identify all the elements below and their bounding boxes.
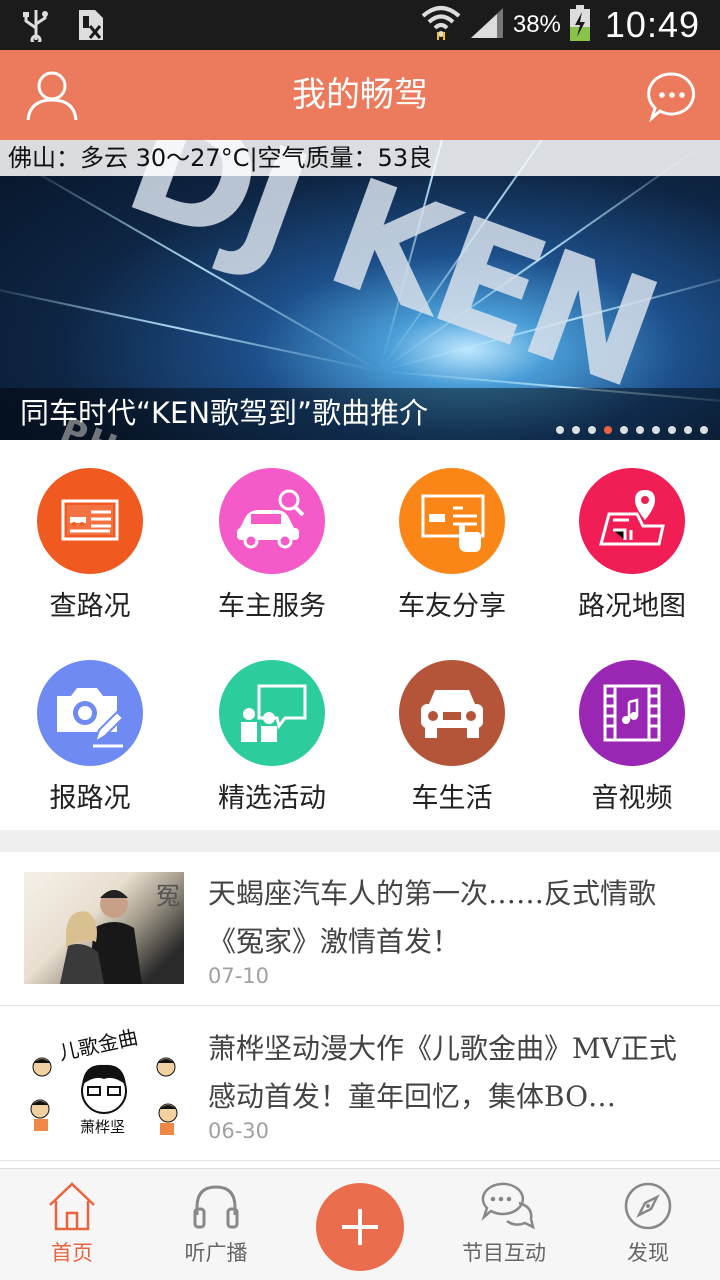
- touch-screen-icon: [399, 468, 505, 574]
- news-thumbnail: 冤: [24, 872, 184, 984]
- page-title: 我的畅驾: [292, 75, 428, 115]
- grid-item-audio-video[interactable]: 音视频: [542, 632, 720, 822]
- camera-edit-icon: [37, 660, 143, 766]
- carousel-dot[interactable]: [668, 426, 676, 434]
- grid-item-road-map[interactable]: 路况地图: [542, 440, 720, 630]
- news-item[interactable]: 儿歌金曲 萧桦坚 萧桦坚动漫大作《儿歌金曲》MV正式感动首发！童年回忆，集体BO…: [0, 1007, 720, 1161]
- grid-item-road-check[interactable]: 查路况: [0, 440, 180, 630]
- feature-grid: 查路况 车主服务 车友分享 路况地图 报路况 精选活动 车生活 音视频: [0, 440, 720, 830]
- grid-item-owner-service[interactable]: 车主服务: [182, 440, 362, 630]
- carousel-dot[interactable]: [636, 426, 644, 434]
- news-title: 天蝎座汽车人的第一次……反式情歌《冤家》激情首发！: [208, 877, 657, 958]
- tab-label: 发现: [627, 1241, 669, 1265]
- battery-percent: 38%: [512, 11, 561, 38]
- tab-discover[interactable]: 发现: [578, 1169, 718, 1280]
- tab-label: 听广播: [184, 1241, 248, 1265]
- carousel-dot[interactable]: [620, 426, 628, 434]
- grid-item-report[interactable]: 报路况: [0, 632, 180, 822]
- app-header: 我的畅驾: [0, 50, 720, 140]
- compass-icon: [624, 1182, 672, 1230]
- thumbnail-caption: 萧桦坚: [80, 1118, 126, 1136]
- news-date: 06-30: [208, 1119, 270, 1143]
- car-front-icon: [399, 660, 505, 766]
- clock: 10:49: [604, 4, 700, 45]
- tab-label: 首页: [51, 1241, 93, 1265]
- headphones-icon: [193, 1185, 239, 1229]
- grid-item-label: 车生活: [411, 783, 493, 814]
- news-item[interactable]: 冤 天蝎座汽车人的第一次……反式情歌《冤家》激情首发！ 07-10: [0, 852, 720, 1006]
- news-title: 萧桦坚动漫大作《儿歌金曲》MV正式感动首发！童年回忆，集体BO…: [208, 1032, 677, 1113]
- home-icon: [49, 1182, 95, 1231]
- status-bar: 38% 10:49: [0, 0, 720, 50]
- weather-bar: 佛山：多云 30～27°C|空气质量：53良: [0, 140, 720, 176]
- grid-item-label: 音视频: [591, 783, 673, 814]
- chat-bubble-icon: [647, 72, 696, 123]
- grid-item-label: 精选活动: [218, 783, 326, 814]
- grid-item-activities[interactable]: 精选活动: [182, 632, 362, 822]
- car-search-icon: [219, 468, 325, 574]
- tab-radio[interactable]: 听广播: [146, 1169, 286, 1280]
- carousel-dot[interactable]: [652, 426, 660, 434]
- thumbnail-text: 冤: [156, 882, 180, 910]
- carousel-dot[interactable]: [556, 426, 564, 434]
- carousel-dot[interactable]: [572, 426, 580, 434]
- grid-item-label: 路况地图: [578, 591, 686, 622]
- signal-icon: [469, 6, 505, 44]
- grid-item-share[interactable]: 车友分享: [362, 440, 542, 630]
- film-music-icon: [579, 660, 685, 766]
- plus-icon: [342, 1209, 378, 1245]
- section-divider: [0, 830, 720, 852]
- carousel-indicator: [556, 426, 708, 434]
- wifi-icon: [421, 4, 461, 46]
- carousel-dot[interactable]: [700, 426, 708, 434]
- carousel-dot[interactable]: [588, 426, 596, 434]
- carousel-dot[interactable]: [604, 426, 612, 434]
- add-button[interactable]: [316, 1183, 404, 1271]
- banner-art-title: DJ KEN: [106, 140, 675, 422]
- carousel-dot[interactable]: [684, 426, 692, 434]
- map-pin-icon: [579, 468, 685, 574]
- grid-item-car-life[interactable]: 车生活: [362, 632, 542, 822]
- banner-carousel[interactable]: DJ KEN PHOTOBOOK 佛山：多云 30～27°C|空气质量：53良 …: [0, 140, 720, 440]
- tab-label: 节目互动: [462, 1241, 546, 1265]
- no-sim-icon: [76, 8, 106, 46]
- grid-item-label: 查路况: [49, 591, 131, 622]
- grid-item-label: 车主服务: [218, 591, 326, 622]
- people-board-icon: [219, 660, 325, 766]
- messages-button[interactable]: [646, 70, 698, 123]
- banner-caption: 同车时代“KEN歌驾到”歌曲推介: [20, 396, 429, 430]
- news-date: 07-10: [208, 964, 270, 988]
- bottom-navigation: 首页 听广播 节目互动 发现: [0, 1168, 720, 1280]
- chat-bubbles-icon: [481, 1182, 535, 1230]
- grid-item-label: 车友分享: [398, 591, 506, 622]
- road-report-card-icon: [37, 468, 143, 574]
- grid-item-label: 报路况: [49, 783, 131, 814]
- tab-home[interactable]: 首页: [2, 1169, 142, 1280]
- battery-charging-icon: [569, 4, 591, 46]
- usb-icon: [22, 8, 50, 46]
- tab-interaction[interactable]: 节目互动: [434, 1169, 574, 1280]
- news-thumbnail: 儿歌金曲 萧桦坚: [24, 1027, 184, 1139]
